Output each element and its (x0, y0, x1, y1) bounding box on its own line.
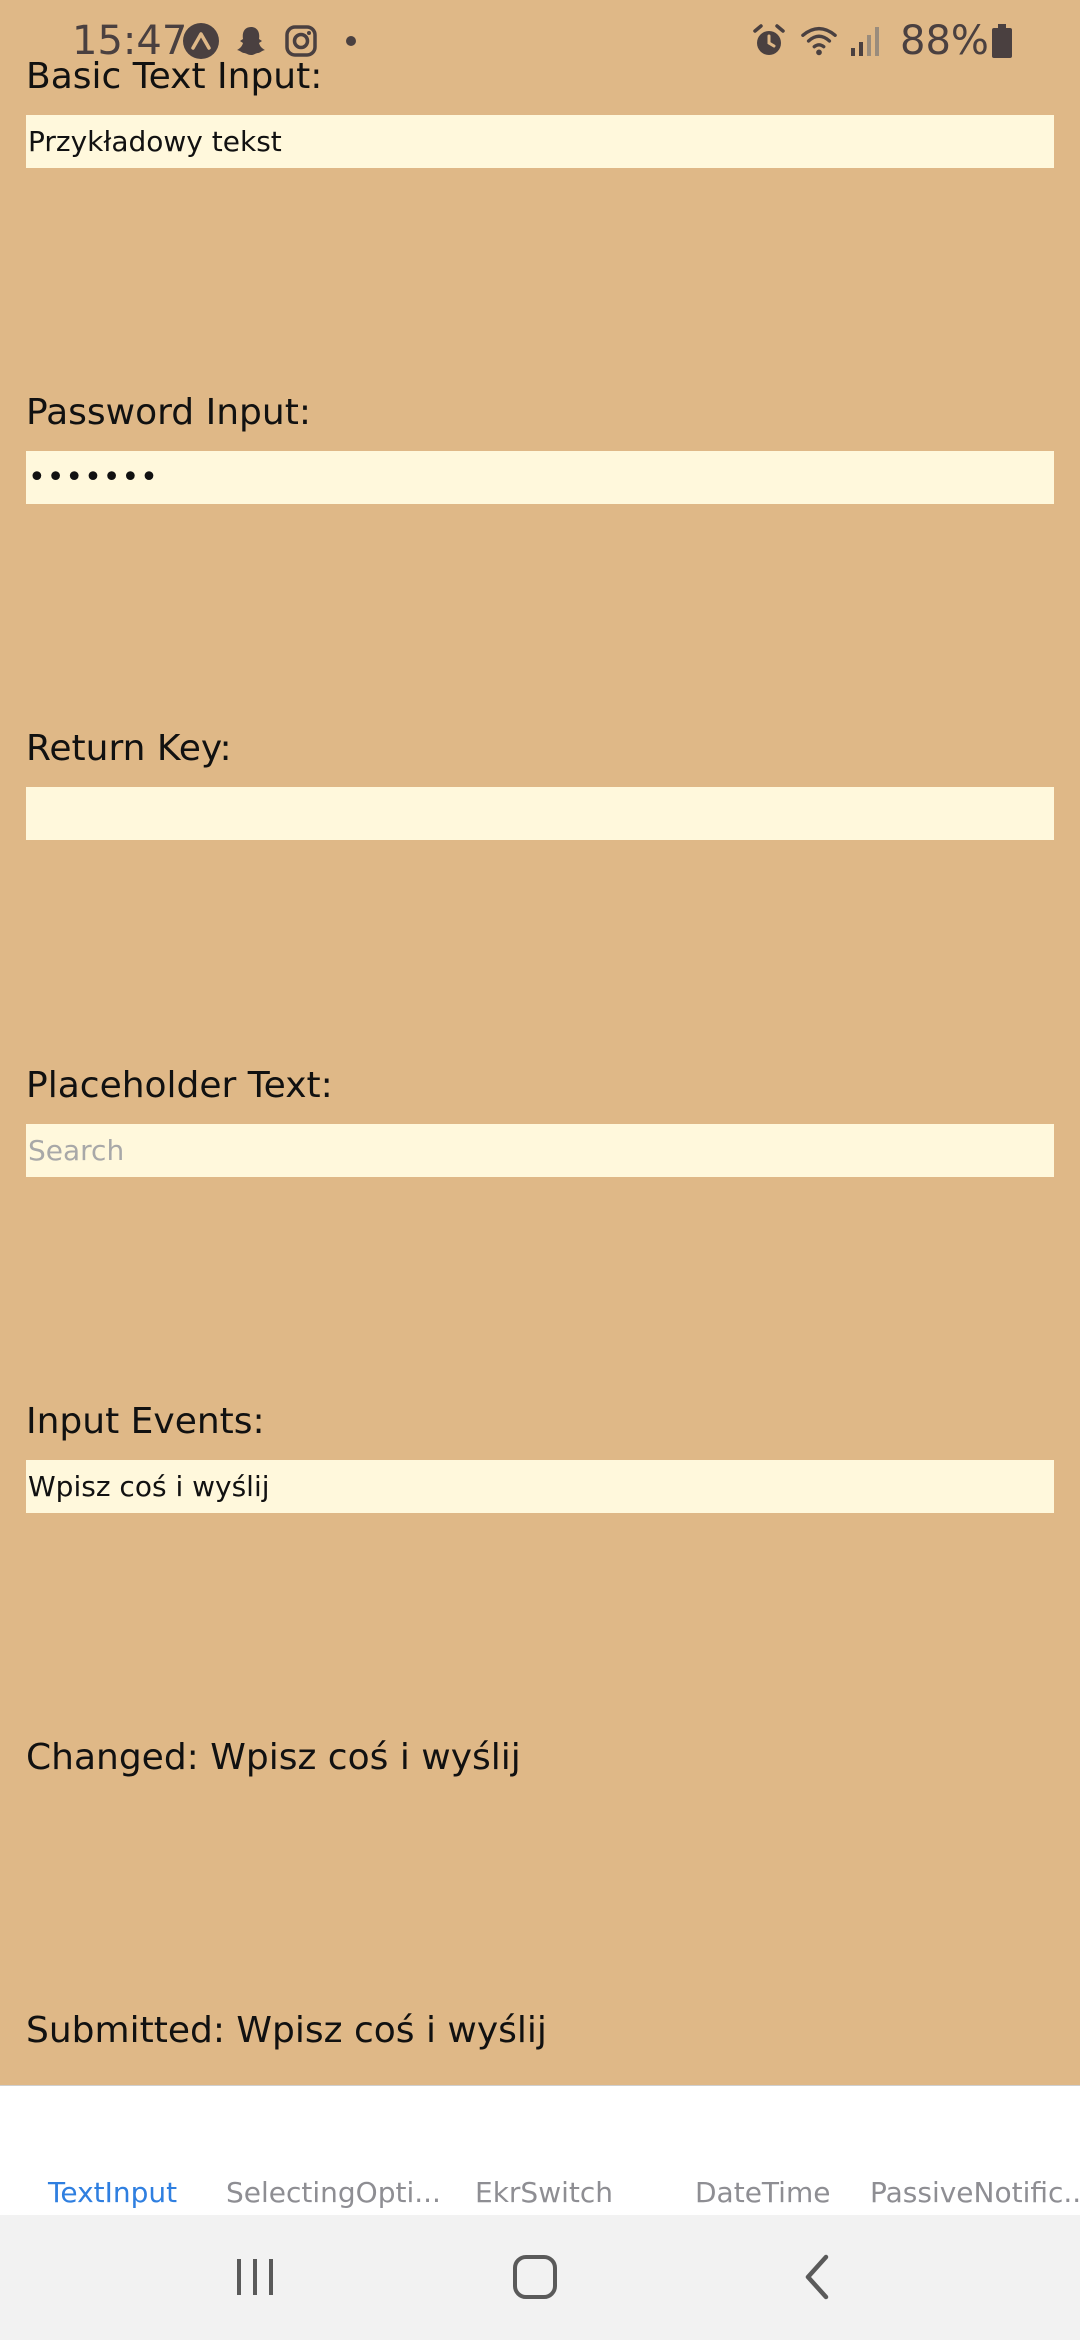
input-events-field[interactable] (26, 1460, 1054, 1513)
basic-text-input[interactable] (26, 115, 1054, 168)
password-input[interactable]: ••••••• (26, 451, 1054, 504)
recent-apps-icon (237, 2259, 273, 2295)
back-button[interactable] (782, 2245, 852, 2309)
basic-input-label: Basic Text Input: (26, 56, 323, 97)
home-icon (513, 2255, 557, 2299)
return-key-input[interactable] (26, 787, 1054, 840)
return-key-label: Return Key: (26, 728, 232, 769)
back-icon (805, 2254, 829, 2300)
tab-passive-notifications[interactable]: PassiveNotific... (870, 2176, 1080, 2209)
text-input-screen: Basic Text Input: Password Input: ••••••… (0, 0, 1080, 2085)
submitted-text: Submitted: Wpisz coś i wyślij (26, 2010, 547, 2051)
recent-apps-button[interactable] (220, 2245, 290, 2309)
search-input[interactable] (26, 1124, 1054, 1177)
placeholder-label: Placeholder Text: (26, 1065, 333, 1106)
tab-selecting-options[interactable]: SelectingOpti... (226, 2176, 441, 2209)
home-button[interactable] (500, 2245, 570, 2309)
changed-text: Changed: Wpisz coś i wyślij (26, 1737, 521, 1778)
system-nav-bar (0, 2215, 1080, 2340)
password-input-label: Password Input: (26, 392, 311, 433)
tab-ekrswitch[interactable]: EkrSwitch (475, 2176, 613, 2209)
bottom-tab-bar: TextInput SelectingOpti... EkrSwitch Dat… (0, 2085, 1080, 2216)
tab-textinput[interactable]: TextInput (48, 2176, 177, 2209)
tab-datetime[interactable]: DateTime (695, 2176, 830, 2209)
input-events-label: Input Events: (26, 1401, 265, 1442)
